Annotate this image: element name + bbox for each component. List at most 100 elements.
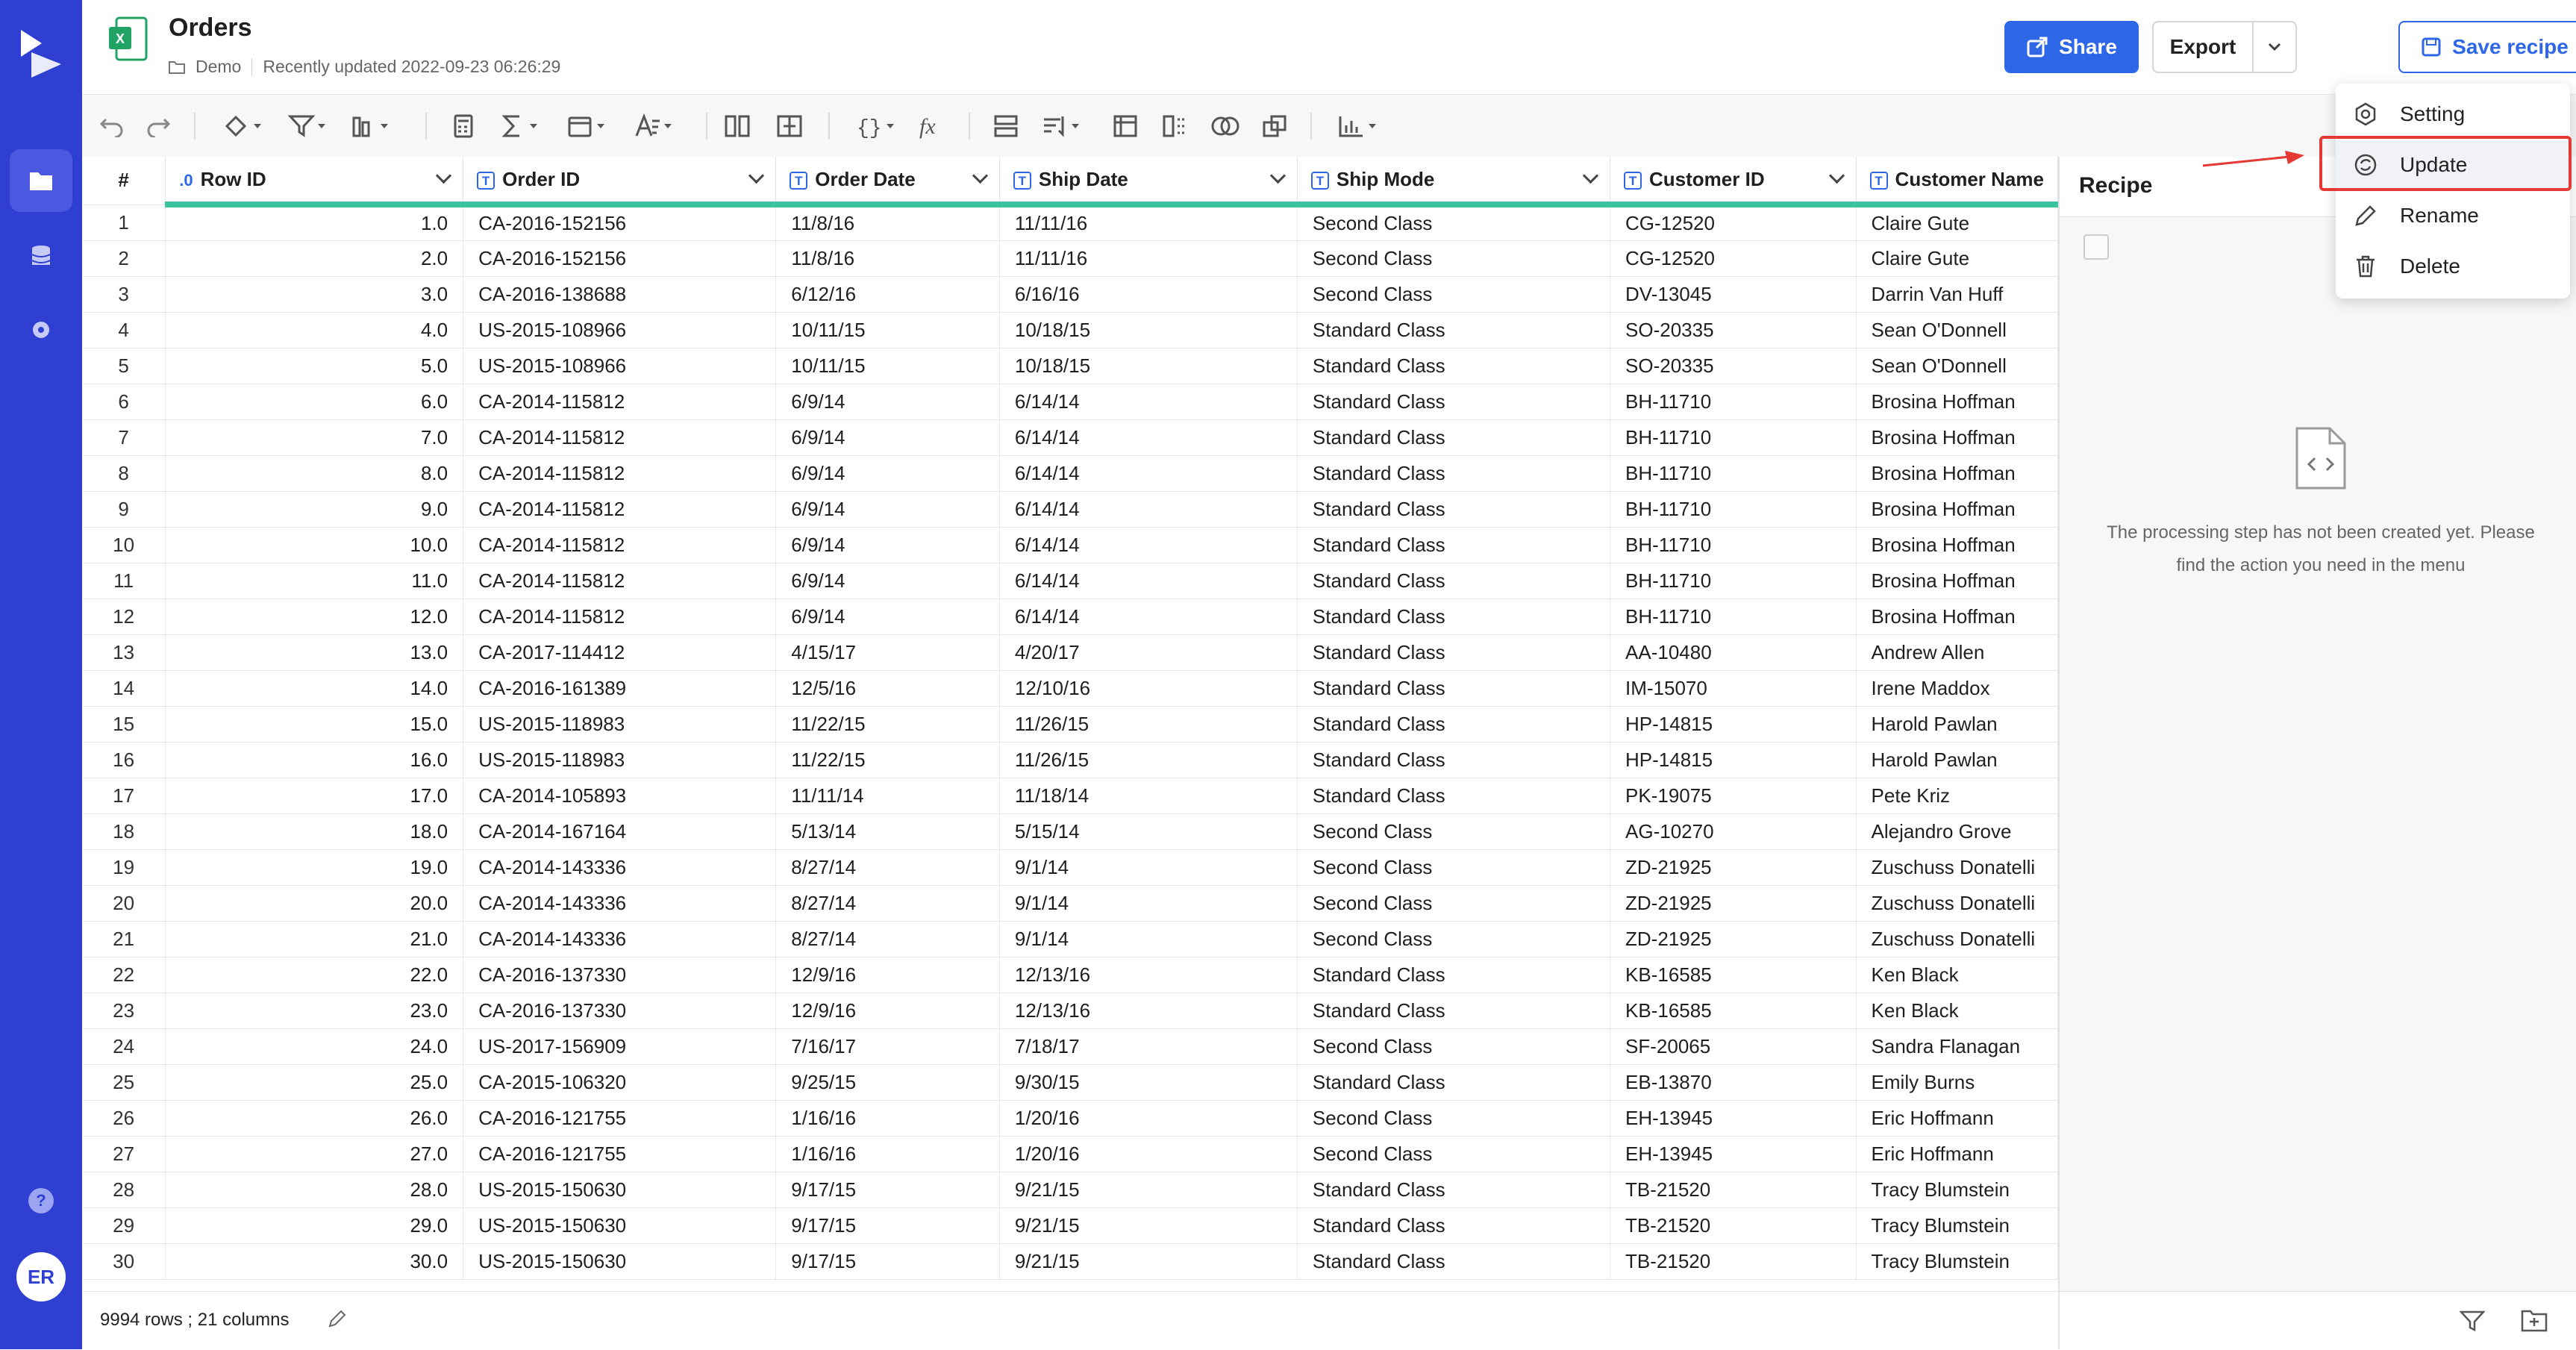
table-row[interactable]: 22 22.0 CA-2016-137330 12/9/16 12/13/16 Stand… xyxy=(82,957,2058,993)
share-button[interactable]: Share xyxy=(2004,21,2139,73)
column-header-ship-mode[interactable]: T Ship Mode xyxy=(1297,157,1611,207)
table-cell[interactable]: TB-21520 xyxy=(1610,1243,1857,1280)
table-cell[interactable]: CA-2014-115812 xyxy=(463,419,777,456)
table-cell[interactable]: Claire Gute xyxy=(1856,240,2058,277)
column-header-customer-id[interactable]: T Customer ID xyxy=(1610,157,1857,207)
table-cell[interactable]: BH-11710 xyxy=(1610,419,1857,456)
date-icon[interactable] xyxy=(567,111,609,141)
table-row[interactable]: 2 2.0 CA-2016-152156 11/8/16 11/11/16 Second … xyxy=(82,240,2058,277)
table-cell[interactable]: 6/14/14 xyxy=(999,491,1298,528)
table-cell[interactable]: 12/5/16 xyxy=(775,670,1000,707)
table-cell[interactable]: 6/12/16 xyxy=(775,276,1000,313)
table-cell[interactable]: 9/1/14 xyxy=(999,921,1298,957)
table-cell[interactable]: Zuschuss Donatelli xyxy=(1856,921,2058,957)
table-cell[interactable]: SF-20065 xyxy=(1610,1028,1857,1065)
table-cell[interactable]: 9/17/15 xyxy=(775,1243,1000,1280)
table-cell[interactable]: BH-11710 xyxy=(1610,455,1857,492)
column-icon[interactable] xyxy=(351,111,393,141)
table-cell[interactable]: US-2015-150630 xyxy=(463,1207,777,1244)
table-cell[interactable]: 7.0 xyxy=(165,419,464,456)
table-cell[interactable]: 1.0 xyxy=(165,204,464,241)
table-cell[interactable]: Standard Class xyxy=(1297,1243,1611,1280)
table-row[interactable]: 7 7.0 CA-2014-115812 6/9/14 6/14/14 Standard … xyxy=(82,419,2058,456)
table-row[interactable]: 11 11.0 CA-2014-115812 6/9/14 6/14/14 Standar… xyxy=(82,563,2058,599)
table-cell[interactable]: CG-12520 xyxy=(1610,204,1857,241)
table-cell[interactable]: CA-2016-138688 xyxy=(463,276,777,313)
table-cell[interactable]: 11/26/15 xyxy=(999,706,1298,743)
table-cell[interactable]: HP-14815 xyxy=(1610,742,1857,778)
table-cell[interactable]: 22.0 xyxy=(165,957,464,993)
table-cell[interactable]: Standard Class xyxy=(1297,419,1611,456)
table-cell[interactable]: US-2015-108966 xyxy=(463,312,777,349)
table-cell[interactable]: TB-21520 xyxy=(1610,1172,1857,1208)
table-cell[interactable]: Alejandro Grove xyxy=(1856,813,2058,850)
table-cell[interactable]: US-2015-108966 xyxy=(463,348,777,384)
table-cell[interactable]: Standard Class xyxy=(1297,599,1611,635)
table-cell[interactable]: 8.0 xyxy=(165,455,464,492)
table-row[interactable]: 1 1.0 CA-2016-152156 11/8/16 11/11/16 Second … xyxy=(82,204,2058,241)
column-header-row-id[interactable]: .0 Row ID xyxy=(165,157,464,207)
table-cell[interactable]: 6/14/14 xyxy=(999,563,1298,599)
undo-icon[interactable] xyxy=(99,111,125,141)
table-cell[interactable]: AG-10270 xyxy=(1610,813,1857,850)
table-cell[interactable]: 12/13/16 xyxy=(999,957,1298,993)
table-cell[interactable]: Brosina Hoffman xyxy=(1856,419,2058,456)
table-cell[interactable]: 26.0 xyxy=(165,1100,464,1137)
table-cell[interactable]: DV-13045 xyxy=(1610,276,1857,313)
table-cell[interactable]: 7/18/17 xyxy=(999,1028,1298,1065)
table-row[interactable]: 25 25.0 CA-2015-106320 9/25/15 9/30/15 Standa… xyxy=(82,1064,2058,1101)
table-cell[interactable]: 9.0 xyxy=(165,491,464,528)
chevron-down-icon[interactable] xyxy=(1582,167,1599,184)
menu-item-delete[interactable]: Delete xyxy=(2336,242,2570,291)
table-cell[interactable]: Second Class xyxy=(1297,1100,1611,1137)
table-cell[interactable]: SO-20335 xyxy=(1610,312,1857,349)
table-cell[interactable]: 21.0 xyxy=(165,921,464,957)
table-cell[interactable]: Standard Class xyxy=(1297,778,1611,814)
table-row[interactable]: 29 29.0 US-2015-150630 9/17/15 9/21/15 Standa… xyxy=(82,1207,2058,1244)
table-cell[interactable]: Standard Class xyxy=(1297,1172,1611,1208)
table-cell[interactable]: ZD-21925 xyxy=(1610,849,1857,886)
table-cell[interactable]: Brosina Hoffman xyxy=(1856,455,2058,492)
table-cell[interactable]: 9/17/15 xyxy=(775,1172,1000,1208)
table-cell[interactable]: Sean O'Donnell xyxy=(1856,312,2058,349)
table-cell[interactable]: Standard Class xyxy=(1297,634,1611,671)
table-cell[interactable]: EB-13870 xyxy=(1610,1064,1857,1101)
folder-name[interactable]: Demo xyxy=(196,57,241,77)
table-cell[interactable]: US-2015-118983 xyxy=(463,742,777,778)
table-cell[interactable]: Standard Class xyxy=(1297,455,1611,492)
table-cell[interactable]: Standard Class xyxy=(1297,1064,1611,1101)
table-cell[interactable]: 11/8/16 xyxy=(775,240,1000,277)
table-cell[interactable]: Zuschuss Donatelli xyxy=(1856,849,2058,886)
table-cell[interactable]: Second Class xyxy=(1297,204,1611,241)
table-cell[interactable]: PK-19075 xyxy=(1610,778,1857,814)
table-cell[interactable]: EH-13945 xyxy=(1610,1136,1857,1172)
help-icon[interactable]: ? xyxy=(28,1188,54,1213)
table-row[interactable]: 27 27.0 CA-2016-121755 1/16/16 1/20/16 Second… xyxy=(82,1136,2058,1172)
table-cell[interactable]: CG-12520 xyxy=(1610,240,1857,277)
table-cell[interactable]: 3.0 xyxy=(165,276,464,313)
table-cell[interactable]: 1/16/16 xyxy=(775,1100,1000,1137)
table-row[interactable]: 26 26.0 CA-2016-121755 1/16/16 1/20/16 Second… xyxy=(82,1100,2058,1137)
chevron-down-icon[interactable] xyxy=(748,167,765,184)
table-cell[interactable]: Brosina Hoffman xyxy=(1856,527,2058,563)
table-cell[interactable]: Second Class xyxy=(1297,1136,1611,1172)
table-row[interactable]: 14 14.0 CA-2016-161389 12/5/16 12/10/16 Stand… xyxy=(82,670,2058,707)
table-cell[interactable]: 30.0 xyxy=(165,1243,464,1280)
settings-nav-icon[interactable] xyxy=(10,299,72,361)
merge-column-icon[interactable] xyxy=(776,111,803,141)
table-cell[interactable]: 11/26/15 xyxy=(999,742,1298,778)
table-cell[interactable]: CA-2014-115812 xyxy=(463,527,777,563)
database-nav-icon[interactable] xyxy=(10,225,72,288)
table-cell[interactable]: Tracy Blumstein xyxy=(1856,1243,2058,1280)
recipe-select-checkbox[interactable] xyxy=(2083,234,2109,260)
table-cell[interactable]: AA-10480 xyxy=(1610,634,1857,671)
table-cell[interactable]: 12/10/16 xyxy=(999,670,1298,707)
text-format-icon[interactable] xyxy=(634,111,676,141)
table-cell[interactable]: Standard Class xyxy=(1297,348,1611,384)
table-cell[interactable]: KB-16585 xyxy=(1610,993,1857,1029)
table-cell[interactable]: 12/13/16 xyxy=(999,993,1298,1029)
table-cell[interactable]: Standard Class xyxy=(1297,563,1611,599)
table-cell[interactable]: Ken Black xyxy=(1856,957,2058,993)
table-cell[interactable]: 1/20/16 xyxy=(999,1100,1298,1137)
table-cell[interactable]: 10/18/15 xyxy=(999,348,1298,384)
